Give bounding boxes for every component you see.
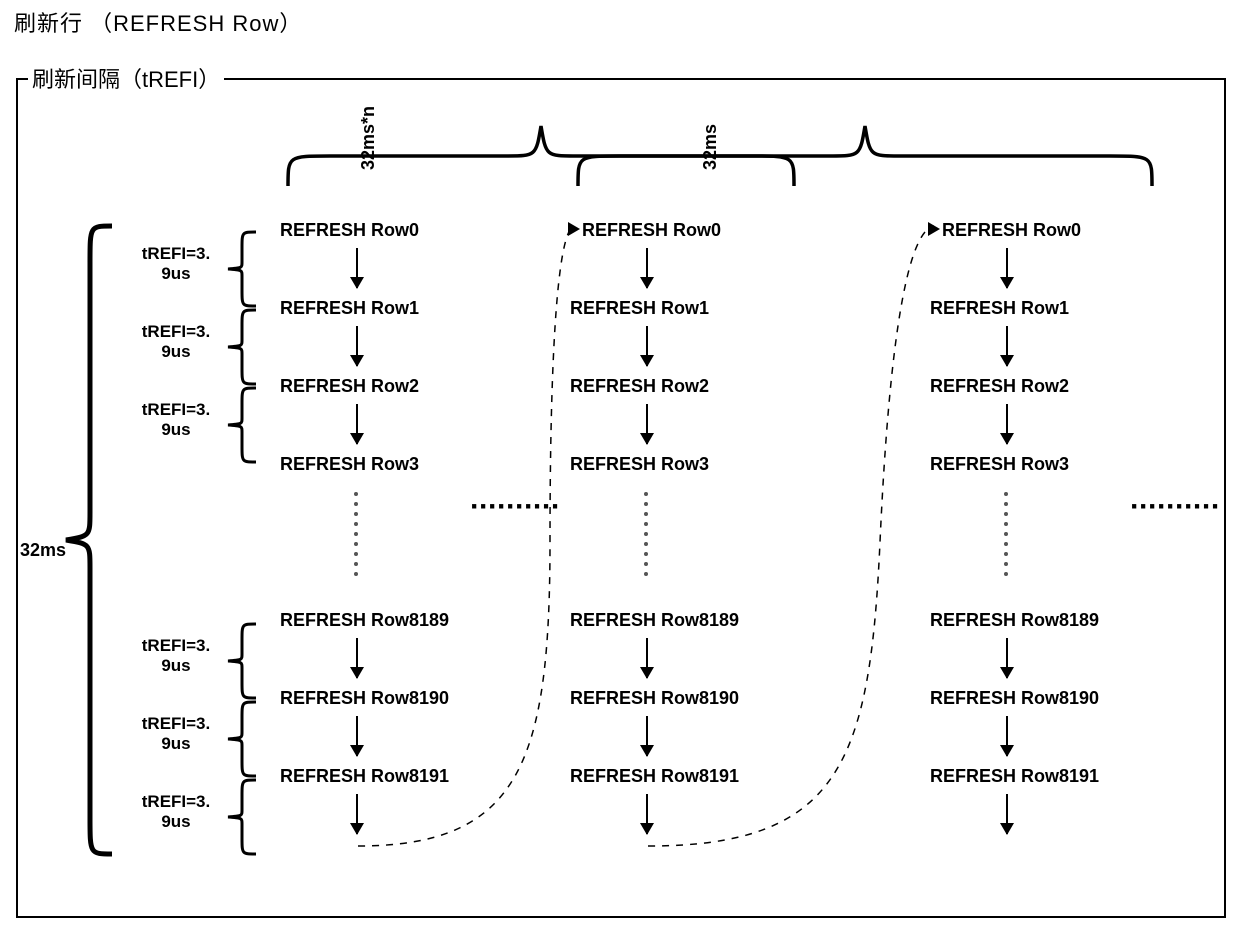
- trefi-brace-4: tREFI=3.9us: [130, 622, 280, 700]
- left-big-brace: [60, 222, 116, 858]
- arrow-down-icon: [646, 716, 648, 756]
- trefi-brace-1: tREFI=3.9us: [130, 230, 280, 308]
- row3: REFRESH Row3: [280, 454, 419, 475]
- row2: REFRESH Row2: [930, 376, 1069, 397]
- arrow-down-icon: [1006, 638, 1008, 678]
- arrow-down-icon: [356, 248, 358, 288]
- trefi-brace-6: tREFI=3.9us: [130, 778, 280, 856]
- arrow-down-icon: [356, 638, 358, 678]
- row0: REFRESH Row0: [280, 220, 419, 241]
- vertical-ellipsis-icon: [354, 486, 356, 582]
- arrow-down-icon: [356, 794, 358, 834]
- arrow-down-icon: [356, 716, 358, 756]
- row8191: REFRESH Row8191: [280, 766, 449, 787]
- trefi-l1: tREFI=3.: [142, 244, 211, 263]
- top-brace-2-label: 32ms: [700, 124, 721, 170]
- horizontal-ellipsis-2: ··········: [1130, 490, 1220, 524]
- arrow-down-icon: [1006, 248, 1008, 288]
- trefi-brace-5: tREFI=3.9us: [130, 700, 280, 778]
- arrow-down-icon: [646, 638, 648, 678]
- title-refresh-row: 刷新行 （REFRESH Row）: [14, 6, 302, 38]
- row0: REFRESH Row0: [942, 220, 1081, 241]
- arrow-down-icon: [1006, 404, 1008, 444]
- row8189: REFRESH Row8189: [280, 610, 449, 631]
- row1: REFRESH Row1: [280, 298, 419, 319]
- row2: REFRESH Row2: [280, 376, 419, 397]
- trefi-brace-3: tREFI=3.9us: [130, 386, 280, 464]
- arrow-down-icon: [1006, 794, 1008, 834]
- trefi-brace-2: tREFI=3.9us: [130, 308, 280, 386]
- row8191: REFRESH Row8191: [930, 766, 1099, 787]
- row8189: REFRESH Row8189: [930, 610, 1099, 631]
- top-brace-1-label: 32ms*n: [358, 106, 379, 170]
- title-refresh-interval: 刷新间隔（tREFI）: [28, 62, 224, 94]
- arrow-down-icon: [356, 404, 358, 444]
- row3: REFRESH Row3: [570, 454, 709, 475]
- trefi-l2: 9us: [161, 264, 190, 283]
- arrow-down-icon: [646, 248, 648, 288]
- horizontal-ellipsis-1: ··········: [470, 490, 560, 524]
- row3: REFRESH Row3: [930, 454, 1069, 475]
- arrow-down-icon: [356, 326, 358, 366]
- row0: REFRESH Row0: [582, 220, 721, 241]
- row1: REFRESH Row1: [570, 298, 709, 319]
- row8189: REFRESH Row8189: [570, 610, 739, 631]
- row2: REFRESH Row2: [570, 376, 709, 397]
- arrow-right-icon: [568, 222, 580, 236]
- row8190: REFRESH Row8190: [930, 688, 1099, 709]
- arrow-down-icon: [1006, 716, 1008, 756]
- arrow-down-icon: [1006, 326, 1008, 366]
- arrow-down-icon: [646, 794, 648, 834]
- vertical-ellipsis-icon: [644, 486, 646, 582]
- row8190: REFRESH Row8190: [280, 688, 449, 709]
- arrow-down-icon: [646, 326, 648, 366]
- row1: REFRESH Row1: [930, 298, 1069, 319]
- arrow-down-icon: [646, 404, 648, 444]
- vertical-ellipsis-icon: [1004, 486, 1006, 582]
- row8191: REFRESH Row8191: [570, 766, 739, 787]
- row8190: REFRESH Row8190: [570, 688, 739, 709]
- arrow-right-icon: [928, 222, 940, 236]
